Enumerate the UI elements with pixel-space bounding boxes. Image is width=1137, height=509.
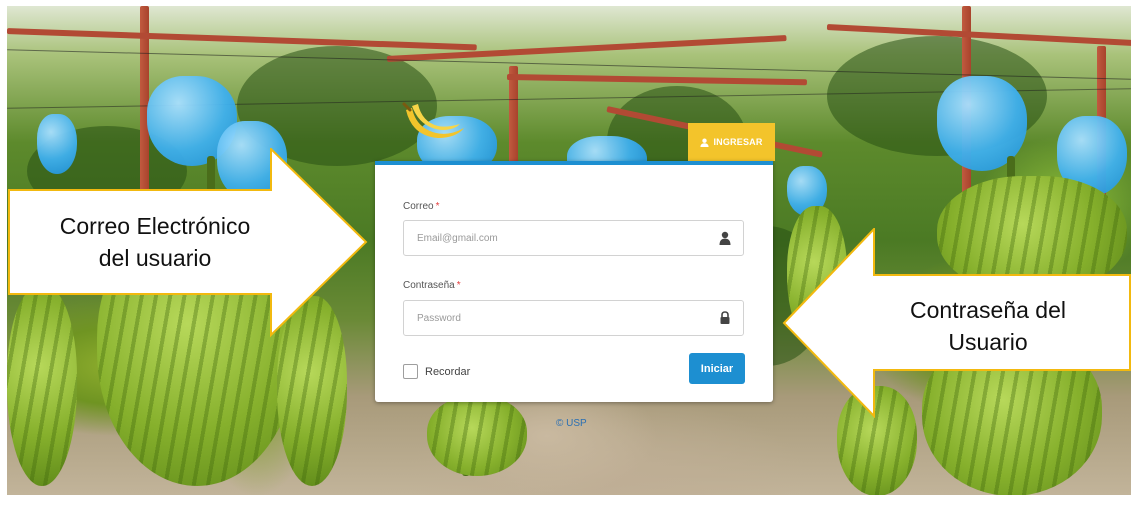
callout-left-line1: Correo Electrónico (59, 213, 251, 239)
tab-ingresar[interactable]: INGRESAR (688, 123, 775, 161)
iniciar-button[interactable]: Iniciar (689, 353, 745, 384)
callout-right-line1: Contraseña del (910, 297, 1066, 323)
lock-icon (720, 311, 730, 324)
password-input[interactable] (404, 301, 717, 335)
footer-usp-link[interactable]: © USP (556, 418, 587, 429)
email-input[interactable] (404, 221, 717, 255)
email-field-box (403, 220, 744, 256)
tab-ingresar-label: INGRESAR (713, 137, 763, 147)
email-required-mark: * (435, 201, 440, 212)
password-label: Contraseña * (403, 280, 461, 291)
remember-label: Recordar (425, 366, 471, 378)
email-label-text: Correo (403, 201, 434, 212)
password-required-mark: * (456, 280, 461, 291)
user-icon (719, 231, 731, 245)
callout-right-text: Contraseña del Usuario (868, 294, 1108, 358)
callout-right-line2: Usuario (948, 329, 1028, 355)
email-label: Correo * (403, 201, 439, 212)
login-card: Correo* Contraseña* Recordar Iniciar (375, 161, 773, 402)
password-field-box (403, 300, 744, 336)
remember-checkbox[interactable] (403, 364, 418, 379)
password-label-text: Contraseña (403, 280, 455, 291)
user-icon (700, 138, 709, 147)
callout-left-line2: del usuario (98, 245, 212, 271)
callout-left-text: Correo Electrónico del usuario (20, 210, 290, 274)
banana-logo (398, 100, 468, 150)
